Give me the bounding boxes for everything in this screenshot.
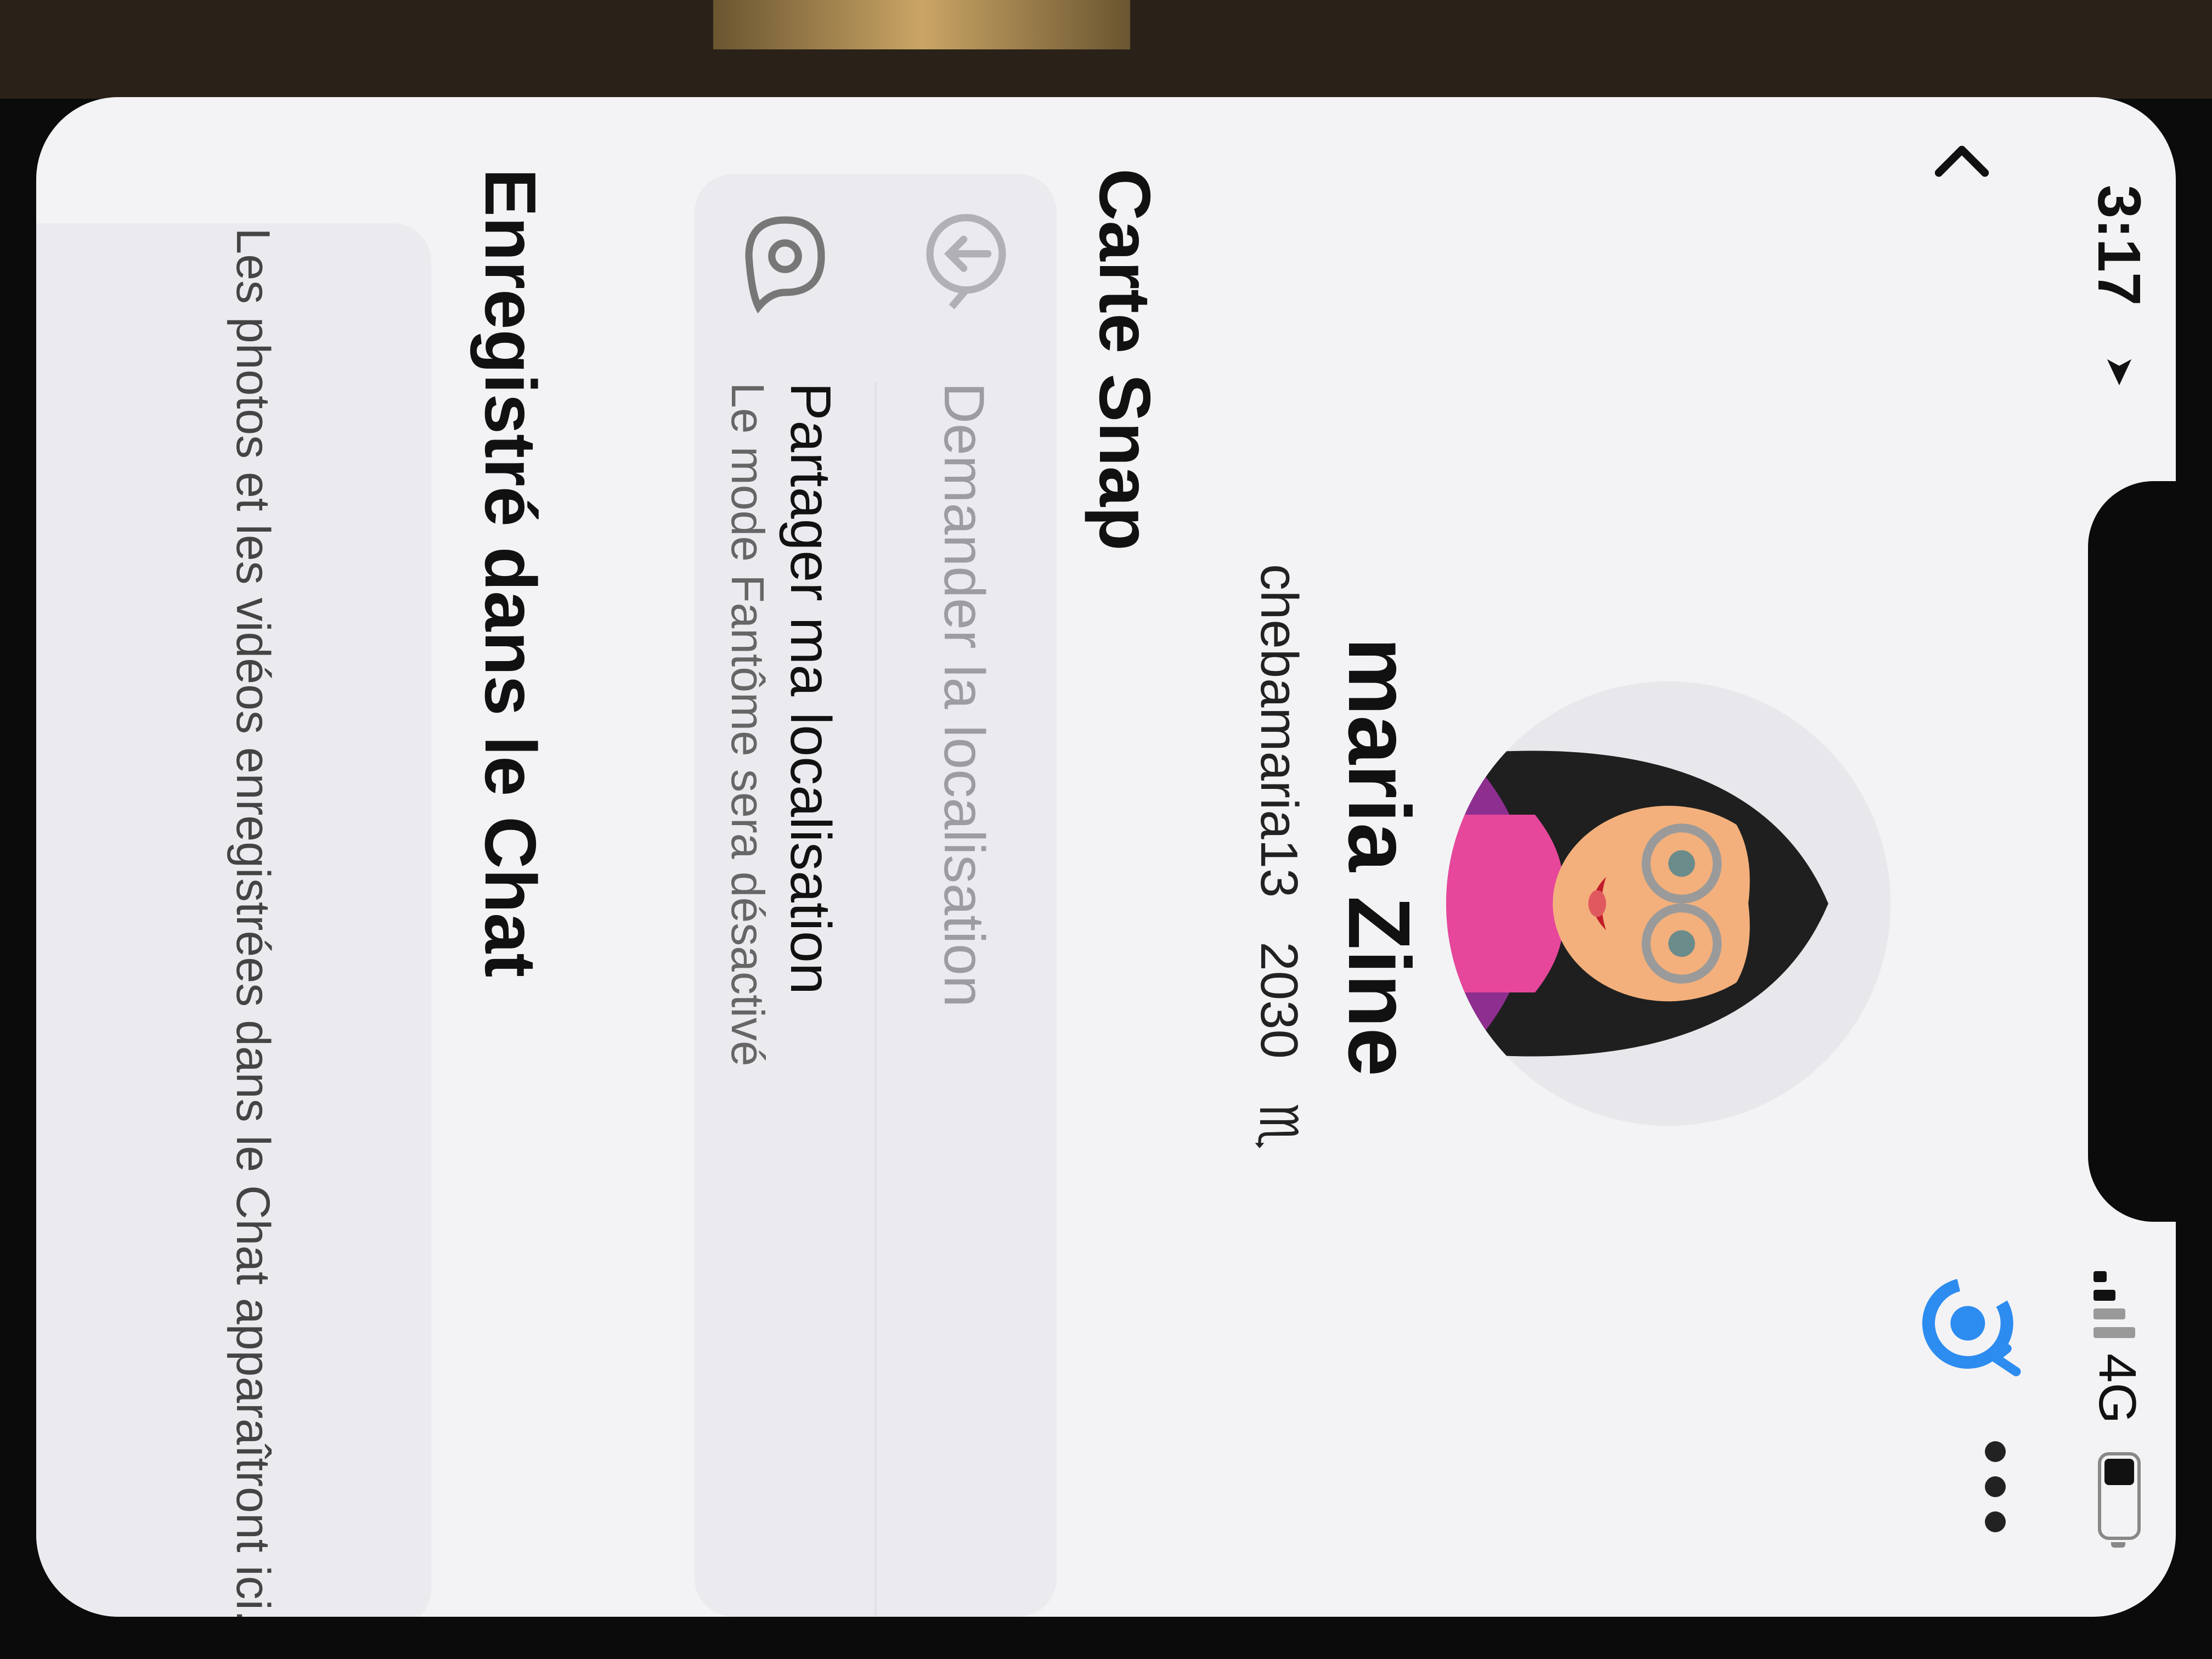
more-options-icon[interactable] [1985, 1441, 2006, 1532]
status-time: 3:17 [2085, 185, 2153, 306]
battery-fill [2104, 1459, 2134, 1485]
zodiac-icon[interactable]: ♏ [1248, 1103, 1309, 1150]
location-pin-icon [745, 216, 825, 314]
status-bar: 3:17 ➤ 4G [2077, 97, 2176, 1617]
share-location-subtitle: Le mode Fantôme sera désactivé [722, 382, 774, 1066]
snap-map-card: Demander la localisation Partager ma loc… [695, 174, 1057, 1617]
bitmoji-face-icon [1446, 681, 1891, 1126]
bitmoji-avatar[interactable] [1446, 681, 1891, 1126]
battery-icon [2098, 1452, 2141, 1548]
display-name: maria Zine [1330, 637, 1429, 1077]
profile-header [1922, 97, 2072, 1617]
request-location-label: Demander la localisation [932, 382, 996, 1007]
saved-in-chat-title: Enregistré dans le Chat [470, 168, 551, 978]
username: chebamaria13 [1250, 563, 1308, 898]
snap-map-title: Carte Snap [1085, 168, 1165, 551]
desk-background [713, 0, 1130, 49]
request-location-row[interactable]: Demander la localisation [876, 174, 1057, 1617]
saved-in-chat-card: Les photos et les vidéos enregistrées da… [36, 223, 431, 1617]
share-location-row[interactable]: Partager ma localisation Le mode Fantôme… [695, 174, 876, 1617]
request-location-icon [926, 214, 1006, 309]
phone-screen: 3:17 ➤ 4G maria Zine chebamaria13 2030 ♏… [36, 97, 2176, 1617]
notch [2088, 481, 2176, 1222]
share-location-label: Partager ma localisation [778, 382, 842, 995]
saved-in-chat-empty-message: Les photos et les vidéos enregistrées da… [227, 228, 279, 1617]
story-ring-icon[interactable] [1912, 1266, 2028, 1381]
profile-meta: chebamaria13 2030 ♏ [1248, 97, 1309, 1617]
back-chevron-icon[interactable] [1929, 130, 1995, 196]
signal-bars-icon [2094, 1271, 2143, 1338]
network-label: 4G [2088, 1353, 2147, 1424]
location-arrow-icon: ➤ [2099, 355, 2142, 387]
snap-score[interactable]: 2030 [1248, 941, 1309, 1059]
